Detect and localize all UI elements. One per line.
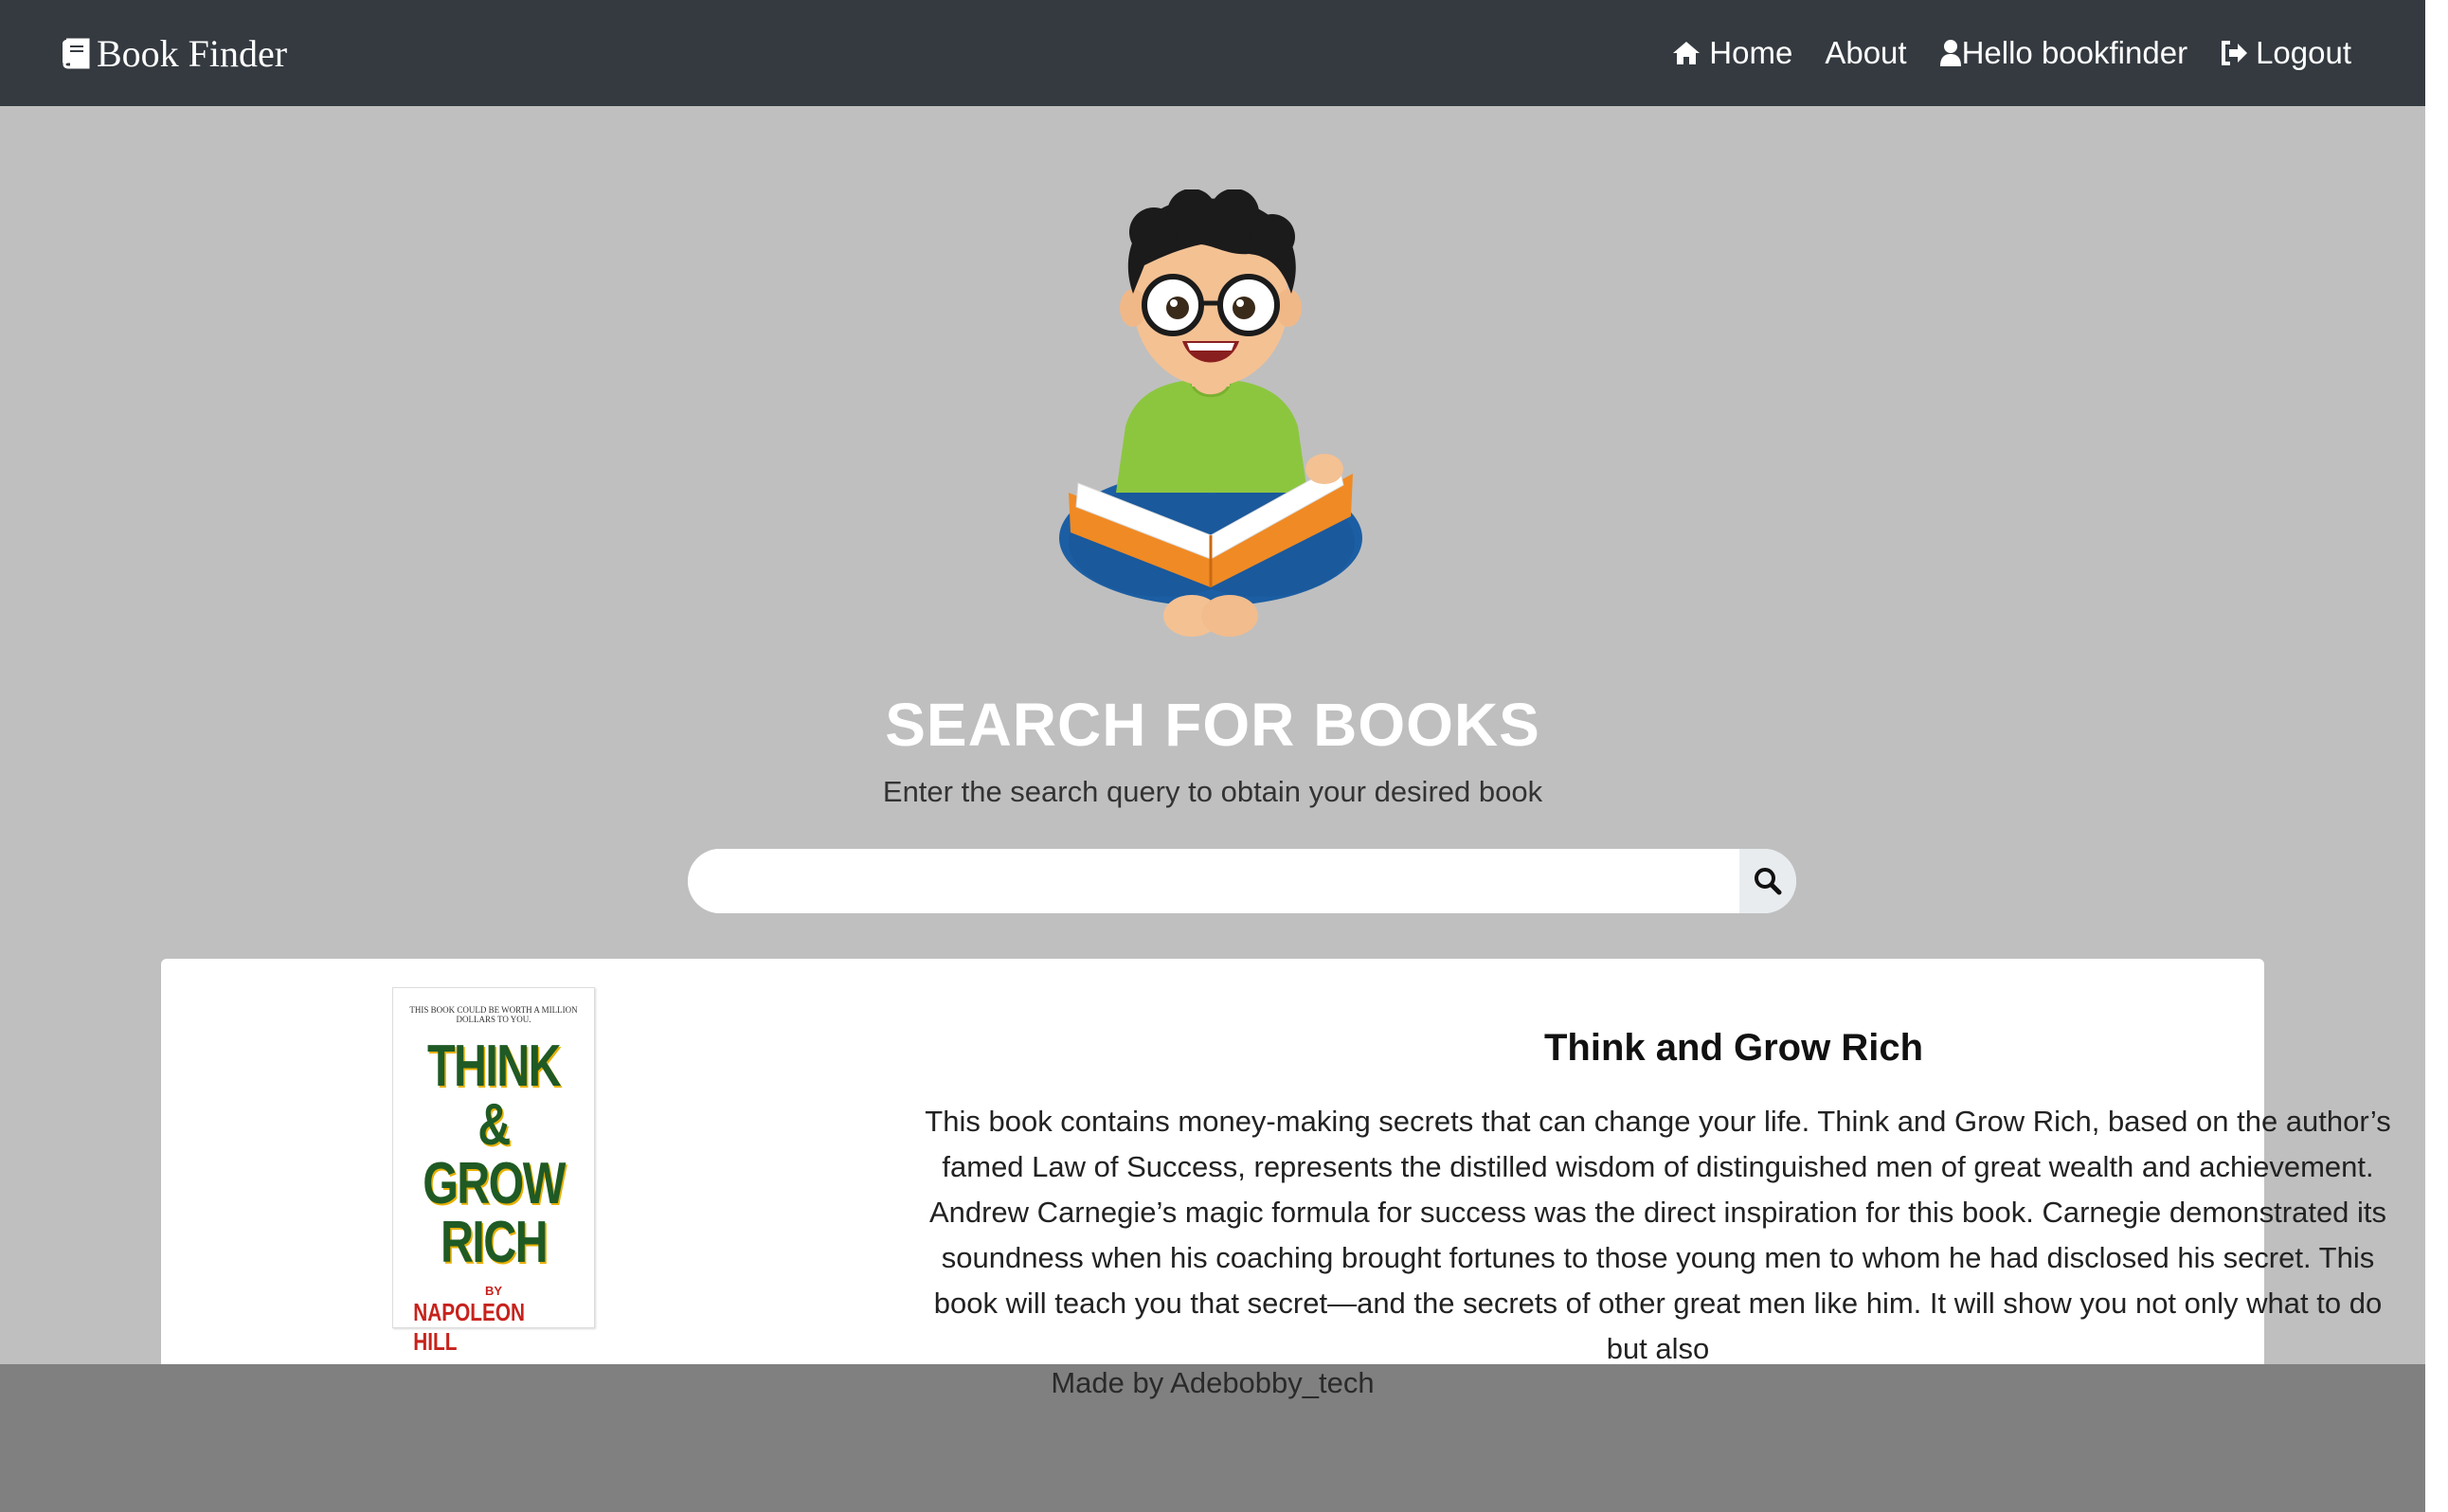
nav-logout-link[interactable]: Logout: [2220, 35, 2351, 71]
sign-out-icon: [2220, 40, 2256, 66]
nav-user-link[interactable]: Hello bookfinder: [1939, 35, 2187, 71]
search-input[interactable]: [688, 849, 1739, 913]
nav-logout-label: Logout: [2256, 35, 2351, 70]
brand-link[interactable]: Book Finder: [59, 31, 287, 76]
book-cover-title: THINK & GROW RICH: [423, 1034, 566, 1275]
nav-user-label: Hello bookfinder: [1961, 35, 2188, 70]
page: Book Finder Home About Hello bookfinder …: [0, 0, 2448, 1512]
search-icon: [1754, 867, 1782, 895]
footer-credit: Made by Adebobby_tech: [1051, 1366, 1375, 1399]
nav-about-link[interactable]: About: [1825, 35, 1906, 71]
book-cover-author: NAPOLEON HILL: [413, 1298, 526, 1356]
hero-title: SEARCH FOR BOOKS: [885, 691, 1540, 759]
search-button[interactable]: [1739, 849, 1796, 913]
book-result-card[interactable]: THIS BOOK COULD BE WORTH A MILLION DOLLA…: [161, 959, 2391, 1432]
navbar: Book Finder Home About Hello bookfinder …: [0, 0, 2425, 106]
nav-links: Home About Hello bookfinder Logout: [1671, 35, 2351, 71]
search-bar: [688, 849, 1796, 913]
book-icon: [59, 36, 93, 70]
hero-subtitle: Enter the search query to obtain your de…: [882, 775, 1543, 808]
user-icon: [1939, 39, 1962, 67]
book-description: This book contains money-making secrets …: [925, 1105, 2391, 1365]
book-cover-tagline: THIS BOOK COULD BE WORTH A MILLION DOLLA…: [409, 1005, 578, 1024]
brand-title: Book Finder: [97, 31, 288, 75]
home-icon: [1671, 40, 1709, 66]
window-edge: [2425, 0, 2448, 1512]
nav-home-label: Home: [1709, 35, 1793, 70]
book-title[interactable]: Think and Grow Rich: [900, 1027, 2448, 1070]
nav-home-link[interactable]: Home: [1671, 35, 1792, 71]
book-cover-image[interactable]: THIS BOOK COULD BE WORTH A MILLION DOLLA…: [392, 987, 595, 1356]
book-cover-by: BY: [484, 1284, 503, 1298]
nav-about-label: About: [1825, 35, 1907, 70]
boy-reading-book-illustration: [1050, 189, 1372, 682]
